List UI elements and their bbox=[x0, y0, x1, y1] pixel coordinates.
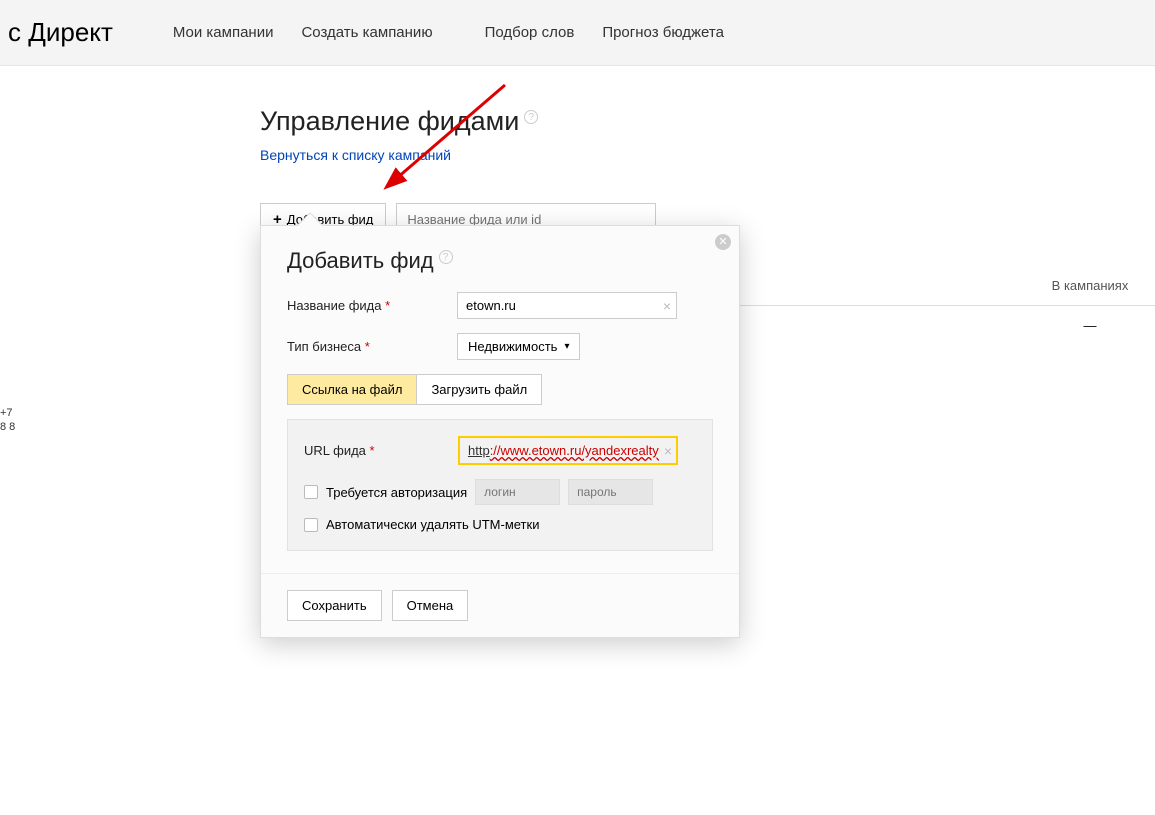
business-type-label: Тип бизнеса * bbox=[287, 339, 457, 354]
add-feed-modal: ✕ Добавить фид? Название фида * × Тип би… bbox=[260, 225, 740, 638]
nav-keywords[interactable]: Подбор слов bbox=[485, 24, 575, 41]
top-bar: с Директ Мои кампании Создать кампанию П… bbox=[0, 0, 1155, 66]
logo: с Директ bbox=[0, 17, 113, 48]
url-section: URL фида * http://www.etown.ru/yandexrea… bbox=[287, 419, 713, 551]
utm-checkbox[interactable] bbox=[304, 518, 318, 532]
tab-upload-file[interactable]: Загрузить файл bbox=[417, 374, 542, 405]
tab-link-to-file[interactable]: Ссылка на файл bbox=[287, 374, 417, 405]
header-campaigns: В кампаниях bbox=[1010, 278, 1155, 295]
nav-create-campaign[interactable]: Создать кампанию bbox=[301, 24, 432, 41]
chevron-down-icon: ▾ bbox=[564, 341, 569, 352]
footer-phones: +7 8 8 bbox=[0, 406, 15, 435]
feed-url-input[interactable]: http://www.etown.ru/yandexrealty bbox=[458, 436, 678, 465]
utm-label: Автоматически удалять UTM-метки bbox=[326, 517, 539, 532]
auth-label: Требуется авторизация bbox=[326, 485, 467, 500]
url-label: URL фида * bbox=[304, 443, 458, 458]
clear-icon[interactable]: × bbox=[664, 443, 672, 459]
auth-checkbox[interactable] bbox=[304, 485, 318, 499]
cancel-button[interactable]: Отмена bbox=[392, 590, 469, 621]
nav-budget[interactable]: Прогноз бюджета bbox=[602, 24, 724, 41]
modal-title: Добавить фид? bbox=[287, 248, 713, 274]
help-icon[interactable]: ? bbox=[524, 110, 538, 124]
feed-name-input[interactable] bbox=[457, 292, 677, 319]
nav-my-campaigns[interactable]: Мои кампании bbox=[173, 24, 274, 41]
row-campaigns: — bbox=[1010, 318, 1155, 363]
business-type-select[interactable]: Недвижимость ▾ bbox=[457, 333, 580, 360]
save-button[interactable]: Сохранить bbox=[287, 590, 382, 621]
close-icon[interactable]: ✕ bbox=[715, 234, 731, 250]
page-title: Управление фидами? bbox=[260, 106, 1155, 137]
password-input[interactable] bbox=[568, 479, 653, 505]
help-icon[interactable]: ? bbox=[439, 250, 453, 264]
back-link[interactable]: Вернуться к списку кампаний bbox=[260, 147, 1155, 163]
feed-name-label: Название фида * bbox=[287, 298, 457, 313]
clear-icon[interactable]: × bbox=[663, 298, 671, 314]
login-input[interactable] bbox=[475, 479, 560, 505]
